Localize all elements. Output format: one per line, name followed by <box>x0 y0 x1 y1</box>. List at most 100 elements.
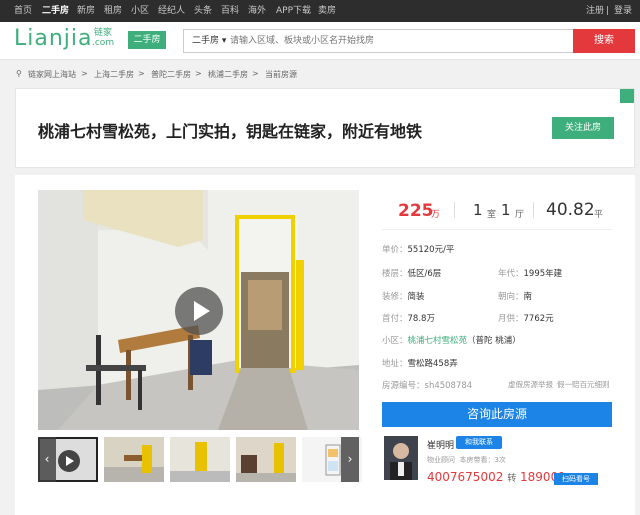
agent-avatar[interactable] <box>384 436 418 480</box>
address-value: 雪松路458弄 <box>407 359 458 369</box>
corner-badge-icon <box>620 89 634 103</box>
logo-sub-cn: 链家 <box>93 28 112 38</box>
main-photo[interactable] <box>38 190 359 430</box>
address-label: 地址： <box>382 359 408 369</box>
agent-views: 本房带看：3次 <box>459 456 506 464</box>
consult-button[interactable]: 咨询此房源 <box>382 402 612 427</box>
thumbnail-photo[interactable] <box>170 437 230 482</box>
section-tag: 二手房 <box>128 31 166 49</box>
year-row: 年代：1995年建 <box>498 267 562 279</box>
nav-agents[interactable]: 经纪人 <box>158 0 185 22</box>
nav-app-download[interactable]: APP下载 <box>276 0 311 22</box>
report-link[interactable]: 虚假房源举报 <box>508 379 553 390</box>
listing-id-label: 房源编号： <box>382 381 425 391</box>
floor-area: 40.82 <box>546 200 595 220</box>
year-value: 1995年建 <box>523 269 563 279</box>
nav-sell[interactable]: 卖房 <box>318 0 336 22</box>
price-summary: 225 万 1 室 1 厅 40.82 平 <box>382 190 612 230</box>
guarantee-link[interactable]: 假一赔百元细则 <box>557 379 610 390</box>
thumbnail-photo[interactable] <box>104 437 164 482</box>
room-unit: 室 <box>487 210 497 220</box>
hall-count: 1 <box>501 201 511 219</box>
agent-ext-label: 转 <box>507 474 517 484</box>
agent-role: 物业顾问 本房带看：3次 <box>427 455 506 465</box>
orientation-label: 朝向： <box>498 292 524 302</box>
contact-agent-button[interactable]: 和我联系 <box>456 436 502 449</box>
listing-title: 桃浦七村雪松苑，上门实拍，钥匙在链家，附近有地铁 <box>38 122 423 141</box>
thumbnail-photo[interactable] <box>236 437 296 482</box>
down-payment-value: 78.8万 <box>407 314 435 324</box>
address-row: 地址：雪松路458弄 <box>382 357 458 369</box>
listing-id: sh4508784 <box>424 381 473 391</box>
floor-row: 楼层：低区/6层 <box>382 267 441 279</box>
agent-photo <box>384 436 418 480</box>
orientation-value: 南 <box>523 292 533 302</box>
divider <box>454 202 455 218</box>
monthly-payment-row: 月供：7762元 <box>498 312 554 324</box>
nav-communities[interactable]: 小区 <box>131 0 149 22</box>
login-link[interactable]: 登录 <box>614 0 632 22</box>
nav-second-hand[interactable]: 二手房 <box>42 0 69 22</box>
site-header: Lianjia 链家 .com 二手房 二手房 ▾ 搜索 <box>0 22 640 60</box>
orientation-row: 朝向：南 <box>498 290 532 302</box>
thumbnail-next-icon[interactable]: › <box>341 437 359 482</box>
breadcrumb: ⚲ 链家网上海站 > 上海二手房 > 普陀二手房 > 桃浦二手房 > 当前房源 <box>0 63 640 85</box>
breadcrumb-sep: > <box>81 69 88 78</box>
top-nav: 首页 二手房 新房 租房 小区 经纪人 头条 百科 海外 APP下载 卖房 注册… <box>0 0 640 22</box>
room-count: 1 <box>473 201 483 219</box>
monthly-payment-value: 7762元 <box>523 314 554 324</box>
down-payment-label: 首付： <box>382 314 408 324</box>
lianjia-logo[interactable]: Lianjia <box>14 26 93 51</box>
thumbnail-strip: ‹ › <box>38 437 362 482</box>
scan-qr-button[interactable]: 扫码看号 <box>554 473 598 485</box>
logo-sub-com: .com <box>92 38 115 48</box>
agent-phone-number: 4007675002 <box>427 470 504 484</box>
nav-home[interactable]: 首页 <box>14 0 32 22</box>
community-label: 小区： <box>382 336 408 346</box>
thumbnail-play-icon <box>58 450 80 472</box>
floor-area-unit: 平 <box>594 210 604 220</box>
breadcrumb-item-taopu[interactable]: 桃浦二手房 <box>208 69 248 80</box>
breadcrumb-item-current: 当前房源 <box>265 70 297 79</box>
nav-separator: | <box>606 6 610 16</box>
play-video-icon[interactable] <box>175 287 223 335</box>
nav-wiki[interactable]: 百科 <box>221 0 239 22</box>
breadcrumb-item-shanghai[interactable]: 上海二手房 <box>94 69 134 80</box>
agent-name[interactable]: 崔明明 <box>427 438 454 451</box>
register-link[interactable]: 注册 <box>586 0 604 22</box>
decor-row: 装修：简装 <box>382 290 425 302</box>
breadcrumb-item-putuo[interactable]: 普陀二手房 <box>151 69 191 80</box>
listing-id-row: 房源编号：sh4508784 <box>382 379 472 391</box>
decor-value: 简装 <box>407 292 425 302</box>
monthly-payment-label: 月供： <box>498 314 524 324</box>
listing-title-box: 桃浦七村雪松苑，上门实拍，钥匙在链家，附近有地铁 关注此房 <box>15 88 635 168</box>
decor-label: 装修： <box>382 292 408 302</box>
thumbnail-prev-icon[interactable]: ‹ <box>38 437 56 482</box>
divider <box>533 202 534 218</box>
unit-price-row: 单价：55120元/平 <box>382 243 454 255</box>
thumbnail-image <box>104 445 164 482</box>
nav-rent[interactable]: 租房 <box>104 0 122 22</box>
logo-subtext: 链家 .com <box>92 28 114 48</box>
breadcrumb-sep: > <box>252 69 259 78</box>
agent-phone: 4007675002 转 189001 <box>427 470 566 484</box>
thumbnail-image <box>170 442 230 482</box>
search-bar: 二手房 ▾ 搜索 <box>183 29 635 53</box>
follow-button[interactable]: 关注此房 <box>552 117 614 139</box>
year-label: 年代： <box>498 269 524 279</box>
hall-unit: 厅 <box>515 210 525 220</box>
down-payment-row: 首付：78.8万 <box>382 312 435 324</box>
breadcrumb-item-site[interactable]: 链家网上海站 <box>28 69 76 80</box>
nav-overseas[interactable]: 海外 <box>248 0 266 22</box>
floor-value: 低区/6层 <box>407 269 442 279</box>
thumbnail-image <box>236 443 296 482</box>
search-input[interactable] <box>230 31 570 51</box>
community-link[interactable]: 桃浦七村雪松苑 <box>408 336 468 346</box>
nav-news[interactable]: 头条 <box>194 0 212 22</box>
search-type-dropdown[interactable]: 二手房 ▾ <box>192 30 226 52</box>
nav-new-homes[interactable]: 新房 <box>77 0 95 22</box>
agent-role-text: 物业顾问 <box>427 456 455 464</box>
community-row: 小区：桃浦七村雪松苑（普陀 桃浦） <box>382 334 521 346</box>
breadcrumb-sep: > <box>138 69 145 78</box>
search-button[interactable]: 搜索 <box>573 29 635 53</box>
